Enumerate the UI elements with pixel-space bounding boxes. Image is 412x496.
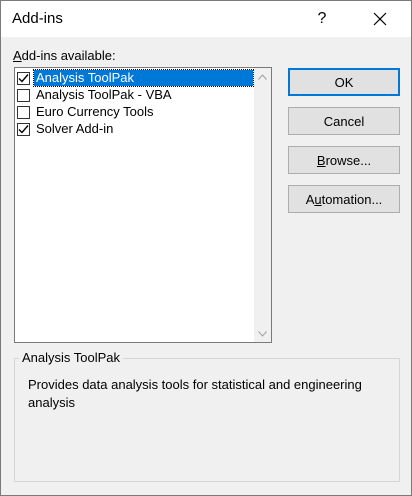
label-accelerator: A xyxy=(13,48,22,63)
browse-accelerator: B xyxy=(316,152,326,168)
ok-button[interactable]: OK xyxy=(288,68,400,96)
description-text: Provides data analysis tools for statist… xyxy=(28,377,362,410)
browse-button[interactable]: Browse... xyxy=(288,146,400,174)
checkmark-icon xyxy=(18,73,29,83)
checkbox-analysis-toolpak-vba[interactable] xyxy=(17,88,30,102)
automation-prefix: A xyxy=(305,191,315,207)
description-title: Analysis ToolPak xyxy=(19,350,124,365)
close-icon xyxy=(373,12,387,26)
list-item-euro-currency-tools[interactable]: Euro Currency Tools xyxy=(17,104,253,120)
automation-button[interactable]: Au tomation... xyxy=(288,185,400,213)
checkbox-solver-add-in[interactable] xyxy=(17,122,30,136)
cancel-button[interactable]: Cancel xyxy=(288,107,400,135)
list-item-analysis-toolpak[interactable]: Analysis ToolPak xyxy=(17,69,254,87)
dialog-title: Add-ins xyxy=(12,10,63,27)
checkbox-analysis-toolpak[interactable] xyxy=(17,71,30,85)
automation-label: tomation... xyxy=(321,191,383,207)
close-button[interactable] xyxy=(357,2,403,36)
list-scrollbar[interactable] xyxy=(254,68,271,342)
list-item-analysis-toolpak-vba[interactable]: Analysis ToolPak - VBA xyxy=(17,87,253,103)
item-label: Solver Add-in xyxy=(36,121,114,136)
help-button[interactable]: ? xyxy=(305,2,339,36)
add-ins-listbox[interactable]: Analysis ToolPak Analysis ToolPak - VBA … xyxy=(14,67,272,343)
item-label: Analysis ToolPak - VBA xyxy=(36,87,172,102)
checkmark-icon xyxy=(18,124,29,134)
add-ins-dialog: Add-ins ? Add-ins available: Analysis To… xyxy=(0,0,412,496)
item-label: Analysis ToolPak xyxy=(33,69,254,87)
scroll-up-button[interactable] xyxy=(254,68,271,85)
item-label: Euro Currency Tools xyxy=(36,104,154,119)
automation-accelerator: u xyxy=(314,191,322,207)
checkbox-euro-currency-tools[interactable] xyxy=(17,105,30,119)
chevron-down-icon xyxy=(258,330,267,337)
label-text: dd-ins available: xyxy=(21,48,116,63)
scroll-down-button[interactable] xyxy=(254,325,271,342)
add-ins-available-label: Add-ins available: xyxy=(13,48,116,63)
list-item-solver-add-in[interactable]: Solver Add-in xyxy=(17,121,253,137)
title-bar: Add-ins ? xyxy=(1,1,411,37)
browse-label: rowse... xyxy=(325,152,372,168)
chevron-up-icon xyxy=(258,73,267,80)
